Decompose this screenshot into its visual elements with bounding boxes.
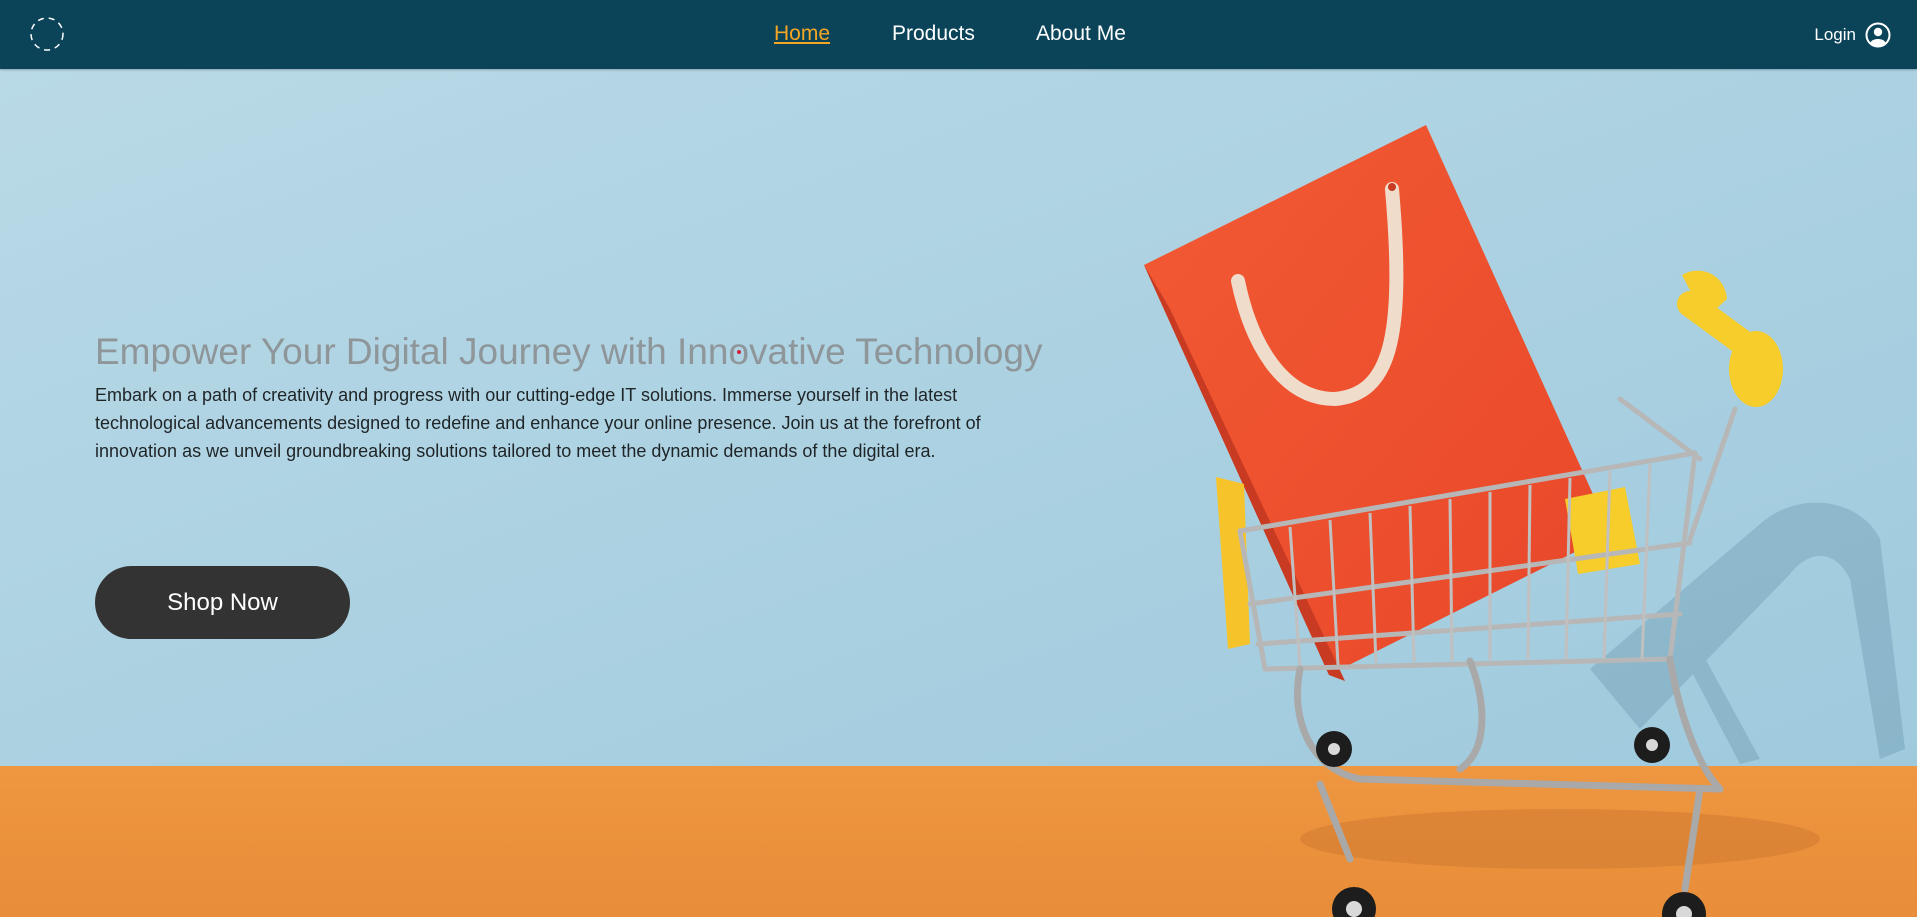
nav-link-products[interactable]: Products [892,22,975,46]
hero-image [0,69,1917,917]
main-navigation: Home Products About Me [0,0,1917,69]
hero-description: Embark on a path of creativity and progr… [95,385,981,461]
shop-now-button[interactable]: Shop Now [95,566,350,639]
hero-title: Empower Your Digital Journey with Innova… [95,331,1043,372]
mouse-cursor-dot [737,350,741,354]
hero-section: Empower Your Digital Journey with Innova… [0,69,1917,917]
top-navbar: Home Products About Me Login [0,0,1917,69]
login-button[interactable]: Login [1814,22,1891,48]
user-circle-icon [1865,22,1891,48]
nav-link-about-me[interactable]: About Me [1036,22,1126,46]
nav-link-home[interactable]: Home [774,22,830,46]
login-label: Login [1814,25,1856,44]
